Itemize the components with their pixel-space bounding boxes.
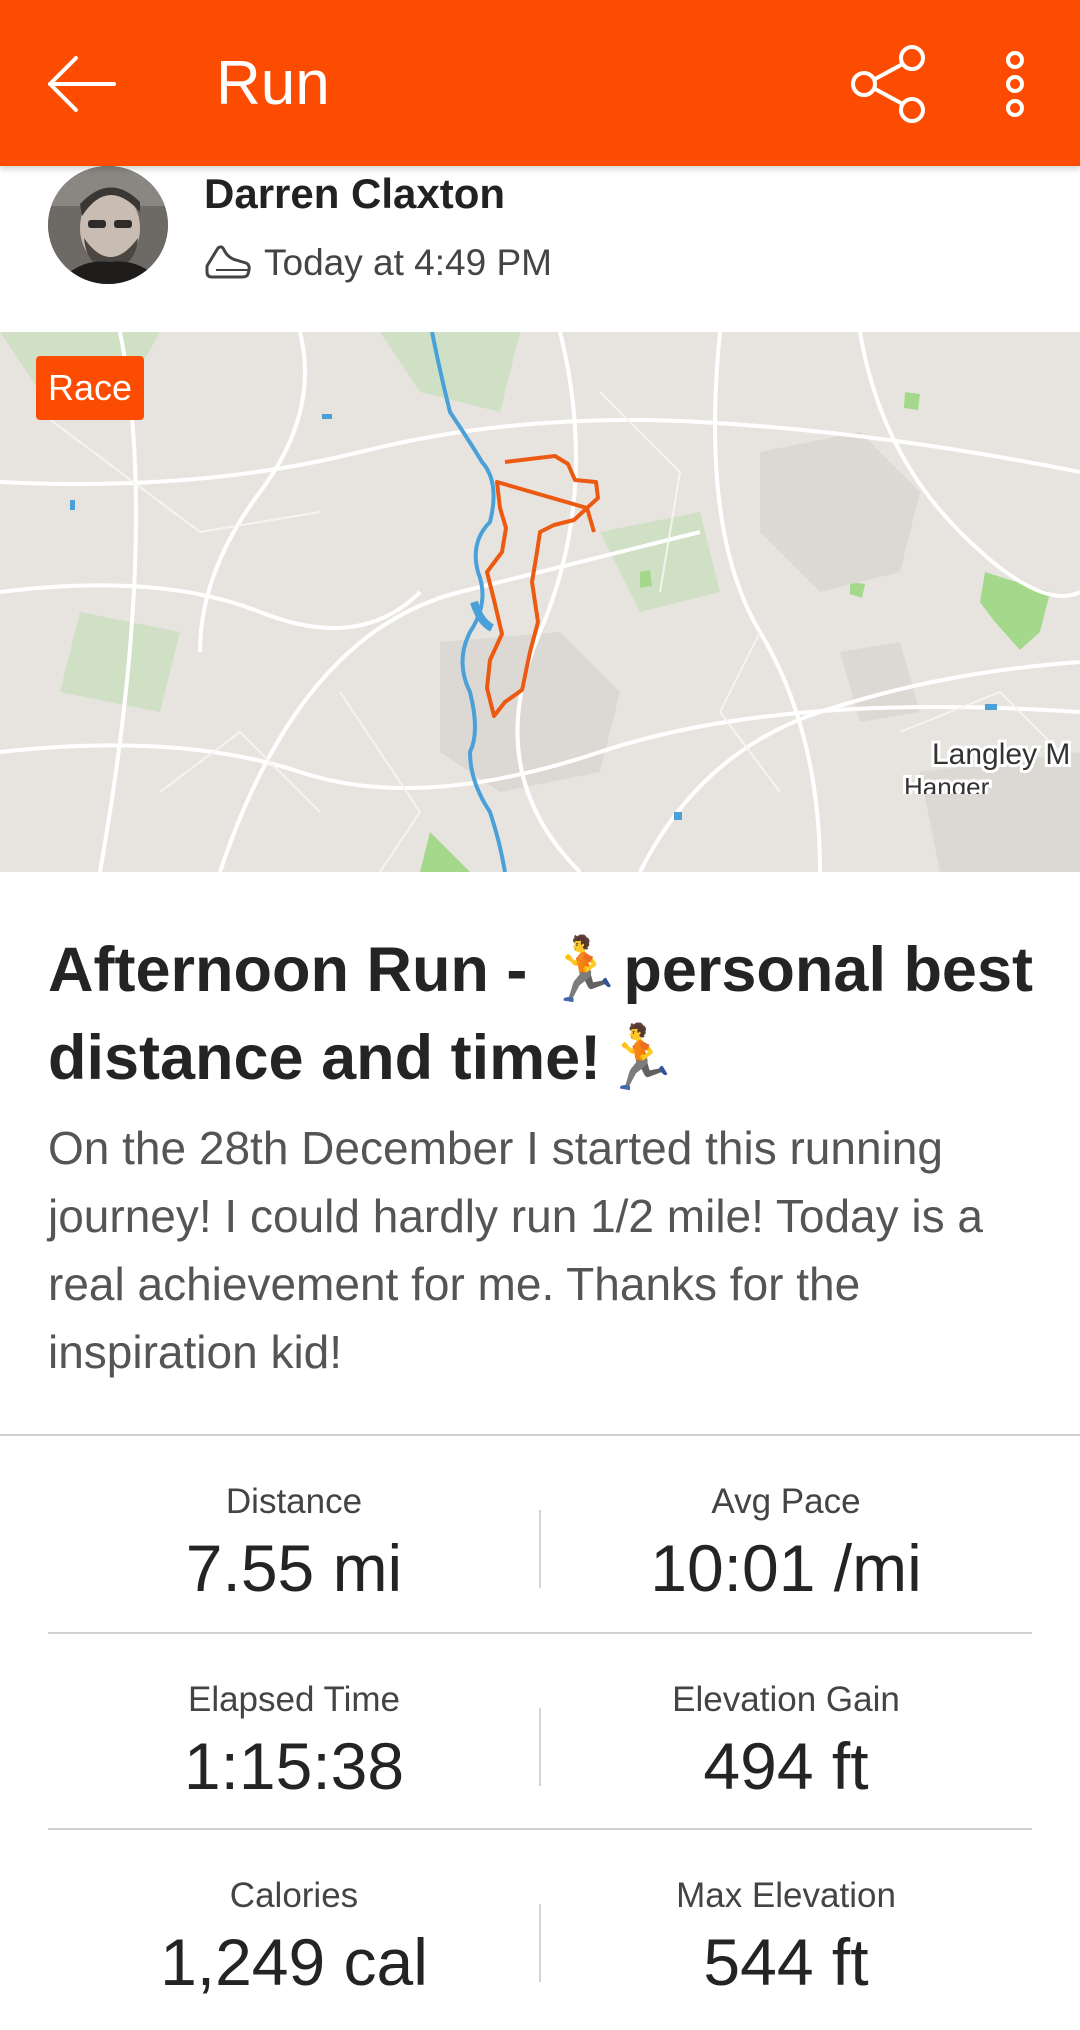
stats-row: Distance 7.55 mi Avg Pace 10:01 /mi xyxy=(48,1436,1032,1632)
activity-description: On the 28th December I started this runn… xyxy=(48,1122,983,1378)
arrow-left-icon[interactable] xyxy=(42,44,122,124)
stat-label: Avg Pace xyxy=(711,1482,861,1521)
stat-value: 1,249 cal xyxy=(160,1925,428,1999)
stat-label: Elevation Gain xyxy=(672,1680,900,1719)
app-bar: Run xyxy=(0,0,1080,166)
stat-value: 7.55 mi xyxy=(185,1531,403,1605)
stat-value: 1:15:38 xyxy=(183,1729,405,1803)
stat-label: Elapsed Time xyxy=(187,1680,401,1719)
race-badge: Race xyxy=(36,356,145,420)
runner-emoji: 🏃 xyxy=(544,933,624,1006)
stat-label: Max Elevation xyxy=(676,1876,896,1915)
stat-value: 494 ft xyxy=(703,1729,869,1803)
stat-label: Calories xyxy=(229,1876,359,1915)
map-place-label: Langley M xyxy=(932,738,1070,771)
stat-avg-pace: Avg Pace 10:01 /mi xyxy=(540,1436,1032,1632)
stat-elevation-gain: Elevation Gain 494 ft xyxy=(540,1634,1032,1830)
stat-calories: Calories 1,249 cal xyxy=(48,1830,540,2026)
stats-row: Calories 1,249 cal Max Elevation 544 ft xyxy=(48,1828,1032,2026)
stat-max-elevation: Max Elevation 544 ft xyxy=(540,1830,1032,2026)
shoe-icon xyxy=(204,242,252,282)
stat-value: 10:01 /mi xyxy=(650,1531,922,1605)
activity-title: Afternoon Run - 🏃personal best distance … xyxy=(48,926,1038,1102)
activity-timestamp: Today at 4:49 PM xyxy=(264,242,552,283)
stats-row: Elapsed Time 1:15:38 Elevation Gain 494 … xyxy=(48,1632,1032,1830)
runner-emoji: 🏃 xyxy=(601,1021,680,1094)
athlete-name[interactable]: Darren Claxton xyxy=(204,166,505,222)
avatar[interactable] xyxy=(48,166,168,284)
share-icon[interactable] xyxy=(846,42,930,126)
route-map[interactable]: Langley M Hanger xyxy=(0,332,1080,872)
page-title: Run xyxy=(216,49,330,118)
activity-title-text: Afternoon Run - xyxy=(48,935,545,1005)
more-vertical-icon[interactable] xyxy=(990,42,1040,126)
stat-distance: Distance 7.55 mi xyxy=(48,1436,540,1632)
stat-label: Distance xyxy=(225,1482,363,1521)
stat-elapsed-time: Elapsed Time 1:15:38 xyxy=(48,1634,540,1830)
stat-value: 544 ft xyxy=(703,1925,869,1999)
athlete-header: Darren Claxton Today at 4:49 PM xyxy=(0,166,1080,332)
